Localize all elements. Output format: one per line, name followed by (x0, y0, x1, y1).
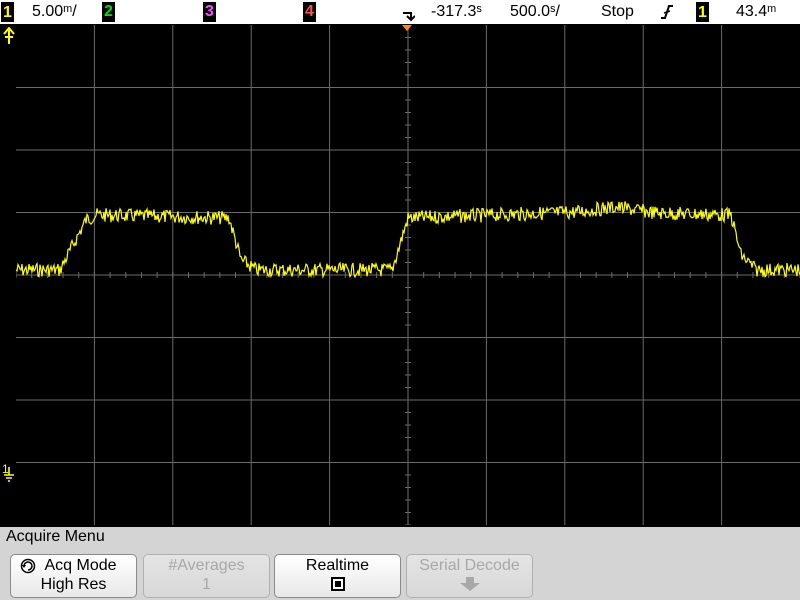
serial-decode-softkey[interactable]: Serial Decode (406, 554, 533, 598)
acq-mode-value: High Res (40, 576, 107, 593)
serial-decode-label: Serial Decode (419, 557, 520, 574)
trigger-level: 43.4ᵐ (736, 3, 777, 20)
realtime-softkey[interactable]: Realtime (274, 554, 401, 598)
timebase-scale: 500.0ˢ/ (510, 3, 560, 20)
run-state: Stop (601, 3, 634, 20)
averages-softkey[interactable]: #Averages 1 (143, 554, 270, 598)
averages-value: 1 (202, 576, 211, 593)
trigger-level-marker[interactable] (3, 26, 15, 47)
realtime-label: Realtime (305, 557, 370, 574)
trigger-position-marker (402, 25, 412, 31)
arrow-down-icon (459, 577, 480, 591)
channel-3-indicator[interactable]: 3 (203, 2, 216, 22)
channel-1-ground-marker[interactable]: 1 (2, 462, 14, 482)
acq-mode-softkey[interactable]: Acq Mode High Res (10, 554, 137, 598)
acq-mode-label: Acq Mode (44, 557, 117, 574)
status-bar: 1 5.00ᵐ/ 2 3 4 -317.3ˢ 500.0ˢ/ Stop 1 43… (0, 0, 800, 24)
channel-2-indicator[interactable]: 2 (102, 2, 115, 22)
trigger-source-indicator[interactable]: 1 (696, 2, 709, 22)
trigger-delay-icon (403, 12, 415, 22)
checkbox-checked-icon (330, 577, 345, 591)
waveform-display[interactable] (16, 25, 800, 525)
rising-edge-icon (661, 5, 673, 19)
channel-4-indicator[interactable]: 4 (303, 2, 316, 22)
softkey-menu: Acquire Menu Acq Mode High Res #Averages… (0, 527, 800, 600)
trigger-delay: -317.3ˢ (431, 3, 482, 20)
graticule (16, 25, 800, 525)
channel-1-scale: 5.00ᵐ/ (32, 3, 77, 20)
menu-title: Acquire Menu (6, 528, 105, 545)
channel-1-indicator[interactable]: 1 (1, 2, 14, 22)
averages-label: #Averages (168, 557, 245, 574)
